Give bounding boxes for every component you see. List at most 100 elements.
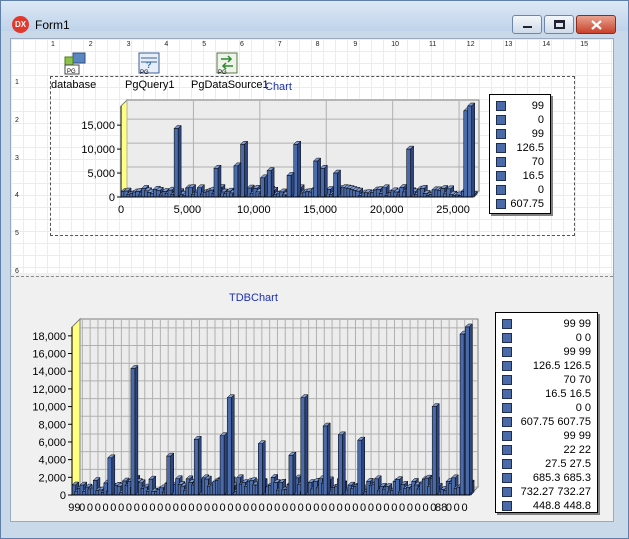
y-tick-label: 0	[109, 192, 115, 204]
minimize-button[interactable]	[512, 15, 542, 34]
legend-label: 99 99	[563, 430, 591, 442]
chart-bar	[313, 157, 322, 198]
chart-bar	[288, 451, 297, 496]
x-tick-label: 10,000	[237, 204, 271, 216]
ruler-tick-label: 15	[580, 41, 588, 48]
ruler-tick-label: 2	[15, 116, 19, 124]
svg-text:PG: PG	[140, 70, 149, 75]
legend-item: 70 70	[496, 373, 597, 387]
legend-swatch	[496, 143, 506, 153]
legend-item: 0 0	[496, 331, 597, 345]
chart-bar	[300, 394, 309, 496]
chart-bar	[405, 145, 415, 198]
legend-item: 99	[490, 127, 550, 141]
legend-swatch	[502, 431, 512, 441]
legend-item: 0 0	[496, 401, 597, 415]
chart-bar	[322, 422, 331, 496]
bottom-chart[interactable]: 0 2,000 4,000 6,000 8,000 10,000 12,000 14,000 1…	[11, 305, 489, 515]
legend-label: 99 99	[563, 318, 591, 330]
ruler-tick-label: 2	[88, 41, 93, 48]
panel-splitter[interactable]	[11, 276, 613, 277]
x-tick-label: 0	[298, 502, 304, 514]
legend-item: 22 22	[496, 443, 597, 457]
datasource-icon[interactable]: PG	[215, 51, 239, 76]
legend-item: 607.75	[490, 197, 550, 211]
x-tick-label: 0	[391, 502, 397, 514]
x-tick-label: 0	[157, 502, 163, 514]
y-tick-label: 8,000	[38, 419, 66, 431]
form-client-area: 1 2 3 4 5 6 7 8 9 10 11 12 13 14 15 123456 PG database…	[10, 38, 614, 522]
x-tick-label: 0	[118, 204, 124, 216]
y-tick-label: 2,000	[38, 472, 66, 484]
x-tick-label: 0	[95, 502, 101, 514]
svg-text:PG: PG	[67, 69, 76, 75]
legend-label: 70	[531, 156, 544, 168]
x-tick-label: 0	[446, 502, 452, 514]
legend-item: 70	[490, 155, 550, 169]
top-chart[interactable]: 0 5,000 10,000 15,000 0 5,000 10,000 15,000 20,0…	[51, 83, 521, 223]
ruler-tick-label: 1	[15, 79, 19, 86]
app-icon: DX	[12, 16, 29, 33]
x-tick-label: 0	[368, 502, 374, 514]
legend-swatch	[502, 445, 512, 455]
x-tick-label: 0	[290, 502, 296, 514]
svg-text:?: ?	[146, 60, 152, 70]
chart-bar	[233, 162, 242, 198]
x-tick-label: 0	[251, 502, 257, 514]
legend-label: 126.5 126.5	[532, 360, 591, 372]
database-icon[interactable]: PG	[63, 51, 87, 75]
legend-swatch	[496, 171, 506, 181]
legend-swatch	[502, 389, 512, 399]
ruler-tick-label: 4	[15, 192, 19, 200]
x-tick-label: 0	[87, 502, 93, 514]
legend-item: 126.5	[490, 141, 550, 155]
x-tick-label: 0	[149, 502, 155, 514]
chart-bar	[173, 124, 182, 198]
legend-label: 99	[531, 128, 544, 140]
legend-swatch	[496, 129, 506, 139]
close-button[interactable]	[576, 15, 616, 34]
y-tick-label: 6,000	[38, 437, 66, 449]
chart-bar	[166, 452, 175, 496]
form-window: DX Form1 1 2 3 4 5 6 7 8 9 10 11 12 13 14 15 123456	[0, 0, 629, 539]
legend-item: 126.5 126.5	[496, 359, 597, 373]
x-tick-label: 0	[188, 502, 194, 514]
legend-item: 0	[490, 183, 550, 197]
legend-swatch	[496, 115, 506, 125]
ruler-tick-label: 10	[391, 41, 399, 48]
query-icon[interactable]: ? PG	[137, 51, 161, 76]
chart-bar	[213, 164, 222, 198]
legend-swatch	[496, 157, 506, 167]
y-tick-label: 18,000	[32, 331, 66, 343]
ruler-tick-label: 5	[15, 230, 19, 238]
x-tick-label: 0	[422, 502, 428, 514]
legend-label: 126.5	[516, 142, 544, 154]
chart-bar	[257, 440, 266, 496]
x-tick-label: 0	[321, 502, 327, 514]
x-tick-label: 0	[305, 502, 311, 514]
x-tick-label: 0	[383, 502, 389, 514]
ruler-tick-label: 7	[277, 41, 282, 48]
legend-swatch	[496, 199, 506, 209]
legend-label: 448.8 448.8	[532, 500, 591, 512]
x-tick-label: 0	[376, 502, 382, 514]
x-tick-label: 0	[173, 502, 179, 514]
x-tick-label: 0	[259, 502, 265, 514]
close-icon	[591, 20, 602, 30]
legend-item: 27.5 27.5	[496, 457, 597, 471]
legend-swatch	[502, 487, 512, 497]
chart-bar	[193, 435, 202, 496]
title-bar[interactable]: DX Form1	[1, 1, 628, 34]
maximize-icon	[554, 20, 565, 29]
y-tick-label: 5,000	[87, 168, 115, 180]
chart-bar	[226, 394, 235, 496]
legend-item: 685.3 685.3	[496, 471, 597, 485]
legend-item: 99 99	[496, 429, 597, 443]
maximize-button[interactable]	[544, 15, 574, 34]
x-tick-label: 0	[461, 502, 467, 514]
x-tick-label: 0	[235, 502, 241, 514]
legend-swatch	[502, 473, 512, 483]
x-tick-label: 20,000	[370, 204, 404, 216]
x-tick-label: 0	[126, 502, 132, 514]
legend-item: 99 99	[496, 317, 597, 331]
